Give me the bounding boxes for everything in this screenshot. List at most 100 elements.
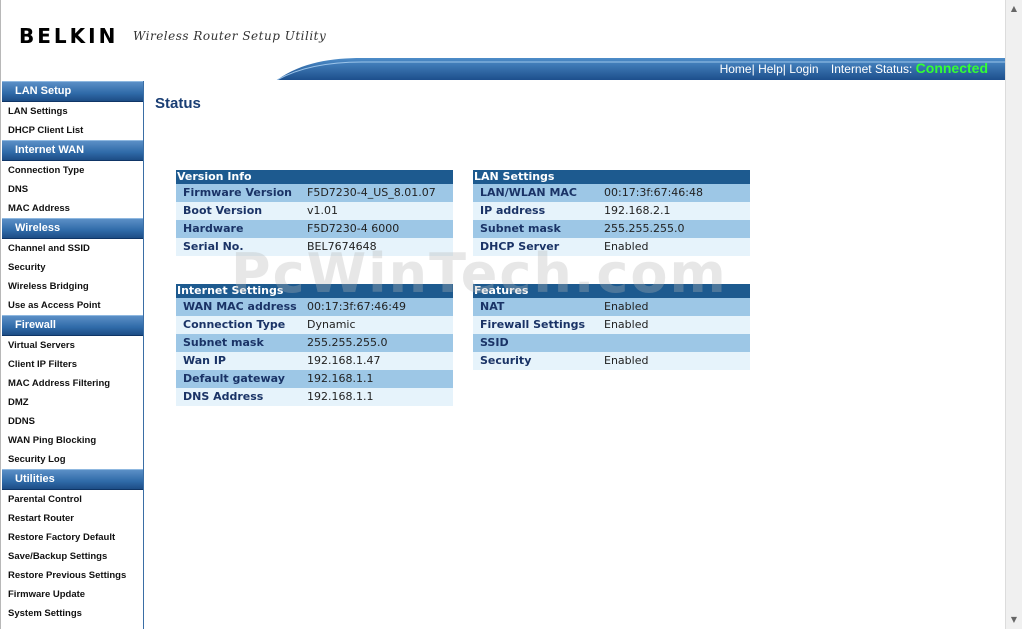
sidebar-item-firmware-update[interactable]: Firmware Update (2, 585, 143, 604)
version-info-panel: Version Info Firmware Version F5D7230-4_US… (176, 170, 453, 256)
row-value: Dynamic (307, 318, 356, 331)
row-value: Enabled (604, 318, 649, 331)
page-header: BELKIN Wireless Router Setup Utility Hom… (2, 0, 1006, 80)
status-row: Hardware F5D7230-4 6000 (176, 220, 453, 238)
sidebar-nav: LAN Setup LAN Settings DHCP Client List Int… (2, 81, 144, 629)
sidebar-section-lan-setup: LAN Setup (2, 81, 143, 102)
sidebar-item-security[interactable]: Security (2, 258, 143, 277)
row-value: v1.01 (307, 204, 339, 217)
row-label: Firmware Version (183, 186, 292, 199)
sidebar-section-internet-wan: Internet WAN (2, 140, 143, 161)
status-row: Wan IP 192.168.1.47 (176, 352, 453, 370)
internet-status-value: Connected (915, 60, 988, 76)
status-row: Subnet mask 255.255.255.0 (473, 220, 750, 238)
status-row: Firewall Settings Enabled (473, 316, 750, 334)
row-label: NAT (480, 300, 505, 313)
sidebar-item-virtual-servers[interactable]: Virtual Servers (2, 336, 143, 355)
sidebar-item-restore-previous-settings[interactable]: Restore Previous Settings (2, 566, 143, 585)
sidebar-item-system-settings[interactable]: System Settings (2, 604, 143, 623)
panel-title: Internet Settings (176, 284, 453, 298)
row-label: IP address (480, 204, 546, 217)
vertical-scrollbar[interactable]: ▲ ▼ (1005, 0, 1022, 629)
scroll-down-icon[interactable]: ▼ (1006, 612, 1022, 628)
status-row: DNS Address 192.168.1.1 (176, 388, 453, 406)
row-value: 192.168.2.1 (604, 204, 671, 217)
top-navigation: Home| Help| Login Internet Status: Conne… (720, 60, 988, 76)
row-label: DNS Address (183, 390, 264, 403)
status-row: Firmware Version F5D7230-4_US_8.01.07 (176, 184, 453, 202)
panel-title: Version Info (176, 170, 453, 184)
lan-settings-panel: LAN Settings LAN/WLAN MAC 00:17:3f:67:46:4… (473, 170, 750, 256)
row-value: Enabled (604, 240, 649, 253)
row-label: WAN MAC address (183, 300, 297, 313)
row-value: 00:17:3f:67:46:49 (307, 300, 406, 313)
internet-settings-panel: Internet Settings WAN MAC address 00:17:3f… (176, 284, 453, 406)
row-value: 255.255.255.0 (307, 336, 388, 349)
help-link[interactable]: Help| (755, 62, 786, 76)
features-panel: Features NAT Enabled Firewall Settings Enabl… (473, 284, 750, 370)
page-title: Status (155, 95, 201, 112)
internet-status-label: Internet Status: (830, 62, 913, 76)
row-label: Wan IP (183, 354, 226, 367)
status-row: NAT Enabled (473, 298, 750, 316)
login-link[interactable]: Login (786, 62, 818, 76)
sidebar-item-dns[interactable]: DNS (2, 180, 143, 199)
row-label: Subnet mask (480, 222, 561, 235)
row-label: Default gateway (183, 372, 285, 385)
row-label: Security (480, 354, 532, 367)
row-label: Connection Type (183, 318, 286, 331)
home-link[interactable]: Home| (720, 62, 755, 76)
status-row: Subnet mask 255.255.255.0 (176, 334, 453, 352)
belkin-logo: BELKIN (19, 24, 119, 48)
sidebar-section-wireless: Wireless (2, 218, 143, 239)
sidebar-section-firewall: Firewall (2, 315, 143, 336)
sidebar-section-utilities: Utilities (2, 469, 143, 490)
sidebar-item-restart-router[interactable]: Restart Router (2, 509, 143, 528)
row-value: 192.168.1.1 (307, 390, 374, 403)
sidebar-item-wan-ping-blocking[interactable]: WAN Ping Blocking (2, 431, 143, 450)
main-content: Status Version Info Firmware Version F5D72… (145, 81, 1005, 629)
status-row: SSID (473, 334, 750, 352)
status-row: Connection Type Dynamic (176, 316, 453, 334)
status-row: DHCP Server Enabled (473, 238, 750, 256)
status-row: LAN/WLAN MAC 00:17:3f:67:46:48 (473, 184, 750, 202)
browser-frame: BELKIN Wireless Router Setup Utility Hom… (0, 0, 1006, 629)
sidebar-item-save-backup-settings[interactable]: Save/Backup Settings (2, 547, 143, 566)
sidebar-item-parental-control[interactable]: Parental Control (2, 490, 143, 509)
row-value: 192.168.1.1 (307, 372, 374, 385)
row-label: Firewall Settings (480, 318, 586, 331)
row-label: DHCP Server (480, 240, 560, 253)
sidebar-item-restore-factory-default[interactable]: Restore Factory Default (2, 528, 143, 547)
sidebar-item-wireless-bridging[interactable]: Wireless Bridging (2, 277, 143, 296)
row-value: Enabled (604, 354, 649, 367)
row-label: Subnet mask (183, 336, 264, 349)
sidebar-item-client-ip-filters[interactable]: Client IP Filters (2, 355, 143, 374)
row-value: 255.255.255.0 (604, 222, 685, 235)
sidebar-item-dhcp-client-list[interactable]: DHCP Client List (2, 121, 143, 140)
sidebar-item-channel-and-ssid[interactable]: Channel and SSID (2, 239, 143, 258)
row-label: SSID (480, 336, 509, 349)
row-value: Enabled (604, 300, 649, 313)
sidebar-item-mac-address[interactable]: MAC Address (2, 199, 143, 218)
row-value: BEL7674648 (307, 240, 377, 253)
sidebar-item-mac-address-filtering[interactable]: MAC Address Filtering (2, 374, 143, 393)
sidebar-item-lan-settings[interactable]: LAN Settings (2, 102, 143, 121)
row-label: Boot Version (183, 204, 263, 217)
sidebar-item-dmz[interactable]: DMZ (2, 393, 143, 412)
scroll-up-icon[interactable]: ▲ (1006, 1, 1022, 17)
status-row: Default gateway 192.168.1.1 (176, 370, 453, 388)
sidebar-item-use-as-access-point[interactable]: Use as Access Point (2, 296, 143, 315)
row-value: 00:17:3f:67:46:48 (604, 186, 703, 199)
status-row: Serial No. BEL7674648 (176, 238, 453, 256)
status-row: WAN MAC address 00:17:3f:67:46:49 (176, 298, 453, 316)
sidebar-item-ddns[interactable]: DDNS (2, 412, 143, 431)
status-row: IP address 192.168.2.1 (473, 202, 750, 220)
sidebar-item-connection-type[interactable]: Connection Type (2, 161, 143, 180)
status-row: Boot Version v1.01 (176, 202, 453, 220)
panel-title: LAN Settings (473, 170, 750, 184)
row-value: F5D7230-4 6000 (307, 222, 400, 235)
sidebar-item-security-log[interactable]: Security Log (2, 450, 143, 469)
panel-title: Features (473, 284, 750, 298)
row-label: Hardware (183, 222, 244, 235)
row-label: LAN/WLAN MAC (480, 186, 577, 199)
